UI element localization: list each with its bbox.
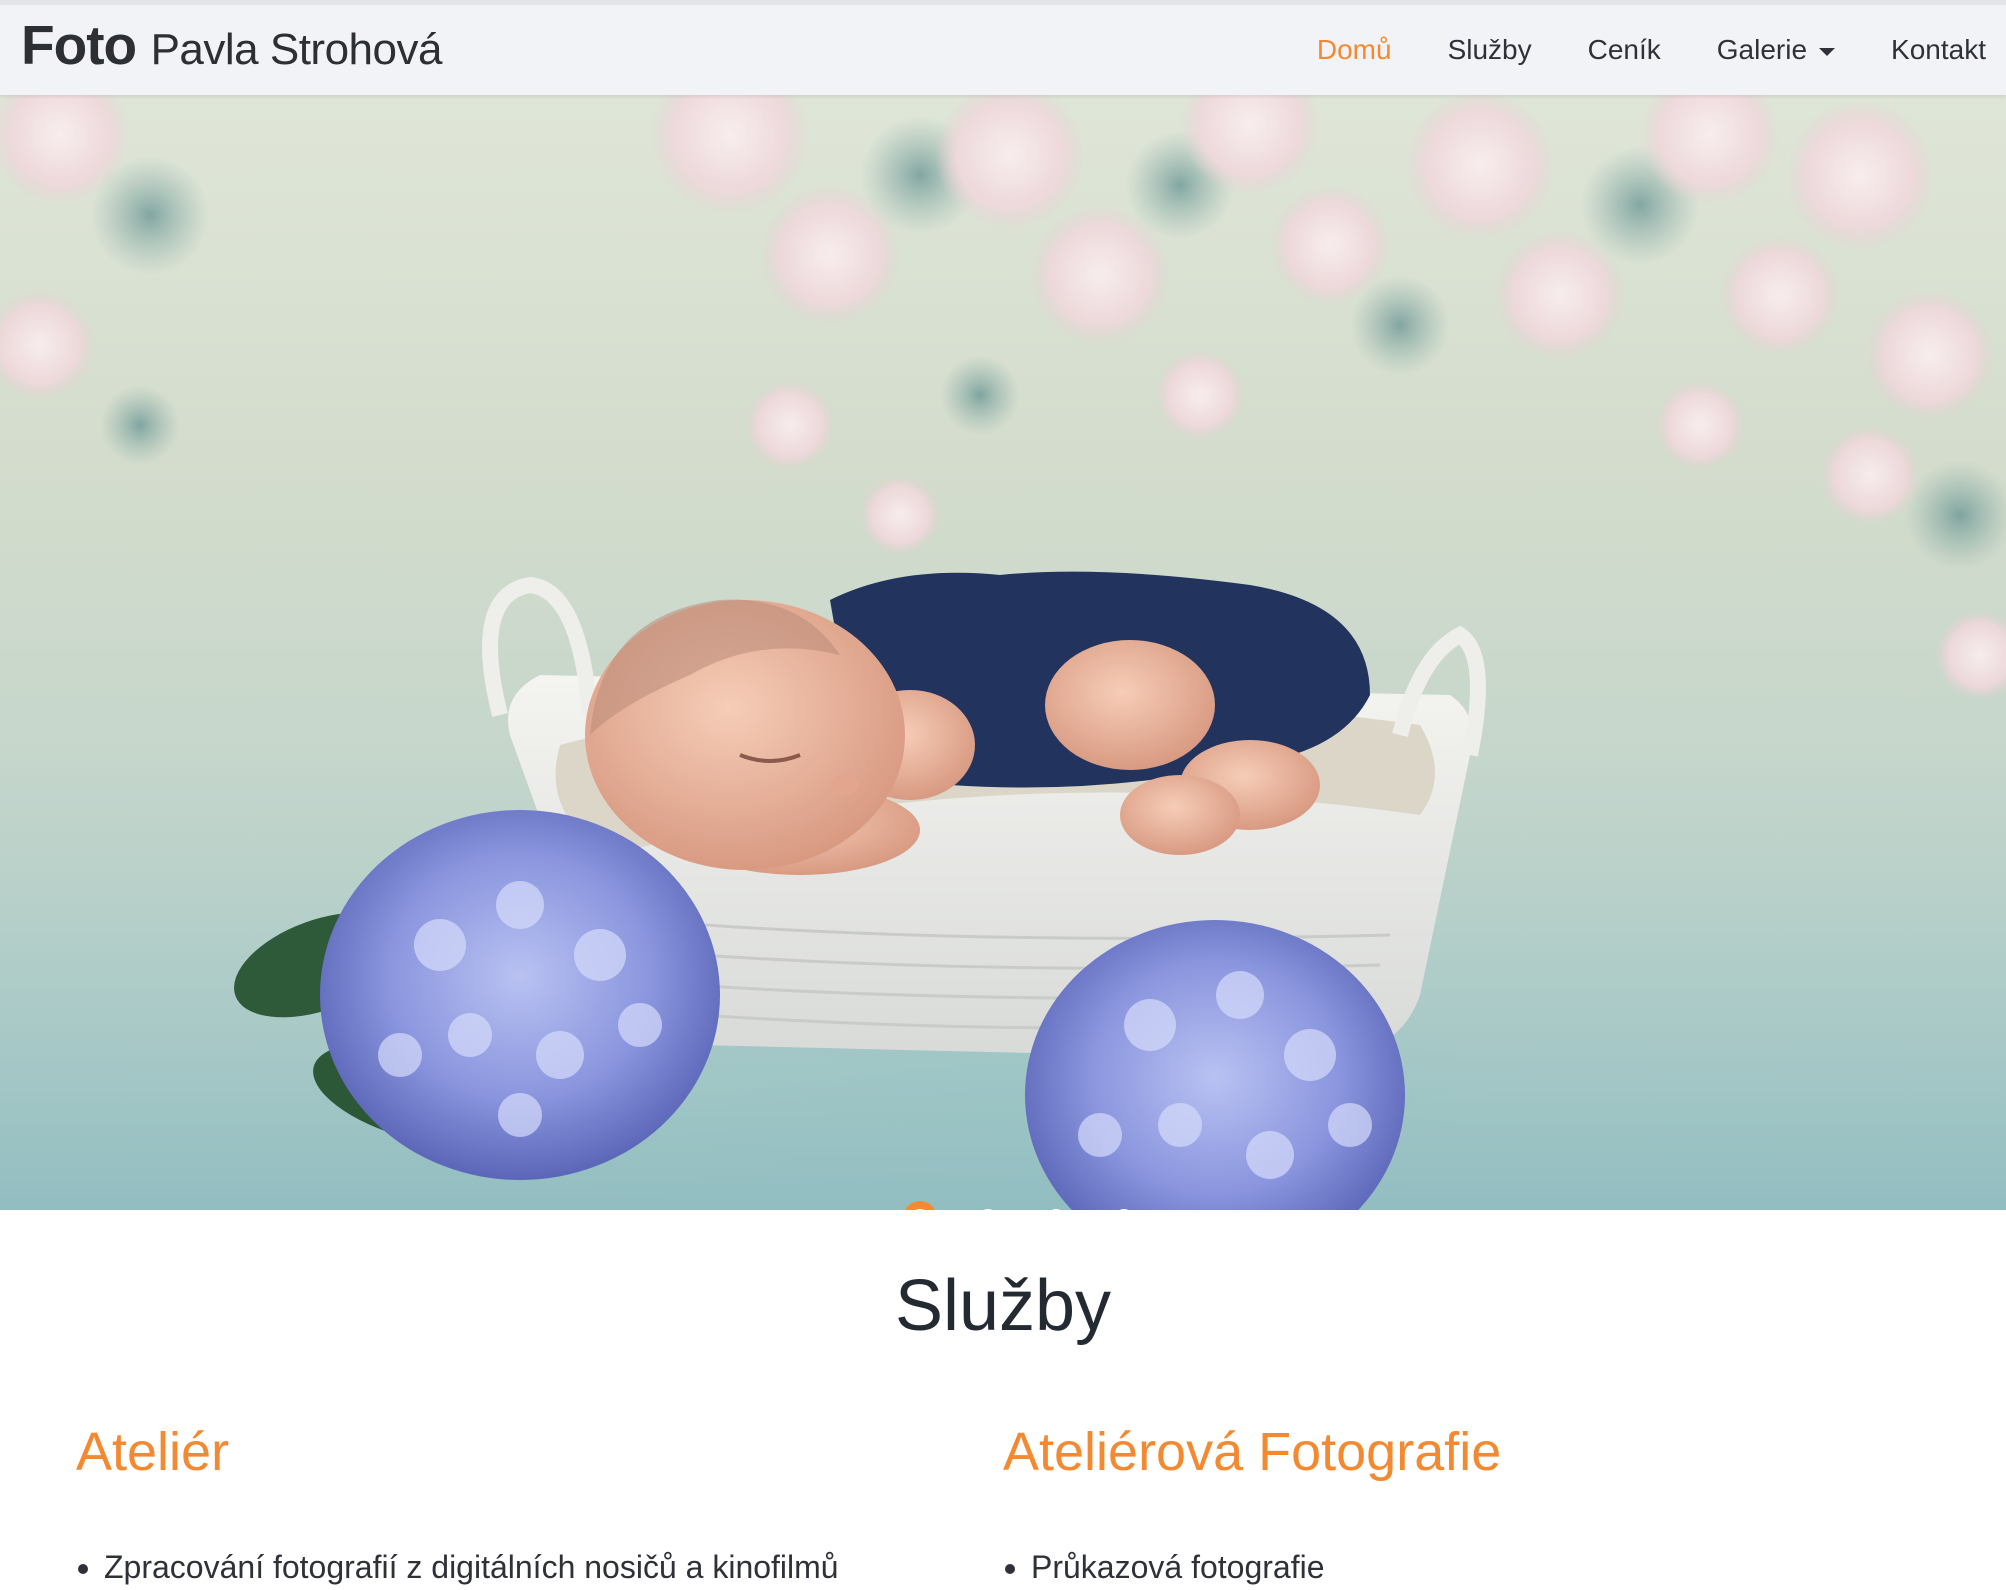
nav-item-label: Služby xyxy=(1447,34,1532,65)
column-title-atelier: Ateliér xyxy=(76,1422,230,1482)
brand-name-text: Pavla Strohová xyxy=(150,25,443,74)
nav-item-sluzby[interactable]: Služby xyxy=(1420,34,1560,66)
nav-item-kontakt[interactable]: Kontakt xyxy=(1863,34,2006,66)
nav-item-galerie[interactable]: Galerie xyxy=(1689,34,1863,66)
hero-carousel[interactable] xyxy=(0,95,2006,1210)
carousel-dot-3[interactable] xyxy=(1047,1209,1065,1210)
carousel-dot-1[interactable] xyxy=(911,1209,929,1210)
section-title-sluzby: Služby xyxy=(894,1266,1112,1346)
nav-item-cenik[interactable]: Ceník xyxy=(1560,34,1689,66)
caret-down-icon xyxy=(1819,47,1836,56)
main-nav: Domů Služby Ceník Galerie Kontakt xyxy=(1289,5,2006,95)
services-list-atelierova-fotografie: Průkazová fotografie xyxy=(1003,1545,1325,1590)
carousel-dot-4[interactable] xyxy=(1115,1209,1133,1210)
brand-bold-text: Foto xyxy=(21,14,137,76)
column-title-atelierova-fotografie: Ateliérová Fotografie xyxy=(1003,1422,1502,1482)
hero-photo xyxy=(0,95,2006,1210)
list-item: Zpracování fotografií z digitálních nosi… xyxy=(104,1545,839,1590)
brand-logo[interactable]: Foto Pavla Strohová xyxy=(21,18,442,73)
nav-item-label: Kontakt xyxy=(1891,34,1986,65)
nav-item-domu[interactable]: Domů xyxy=(1289,34,1420,66)
nav-item-label: Galerie xyxy=(1716,34,1808,65)
nav-item-label: Ceník xyxy=(1587,34,1661,65)
services-list-atelier: Zpracování fotografií z digitálních nosi… xyxy=(76,1545,839,1590)
navbar: Foto Pavla Strohová Domů Služby Ceník Ga… xyxy=(0,0,2006,95)
carousel-indicators xyxy=(0,1209,2006,1210)
list-item: Průkazová fotografie xyxy=(1031,1545,1325,1590)
nav-item-label: Domů xyxy=(1316,34,1392,65)
carousel-dot-2[interactable] xyxy=(979,1209,997,1210)
